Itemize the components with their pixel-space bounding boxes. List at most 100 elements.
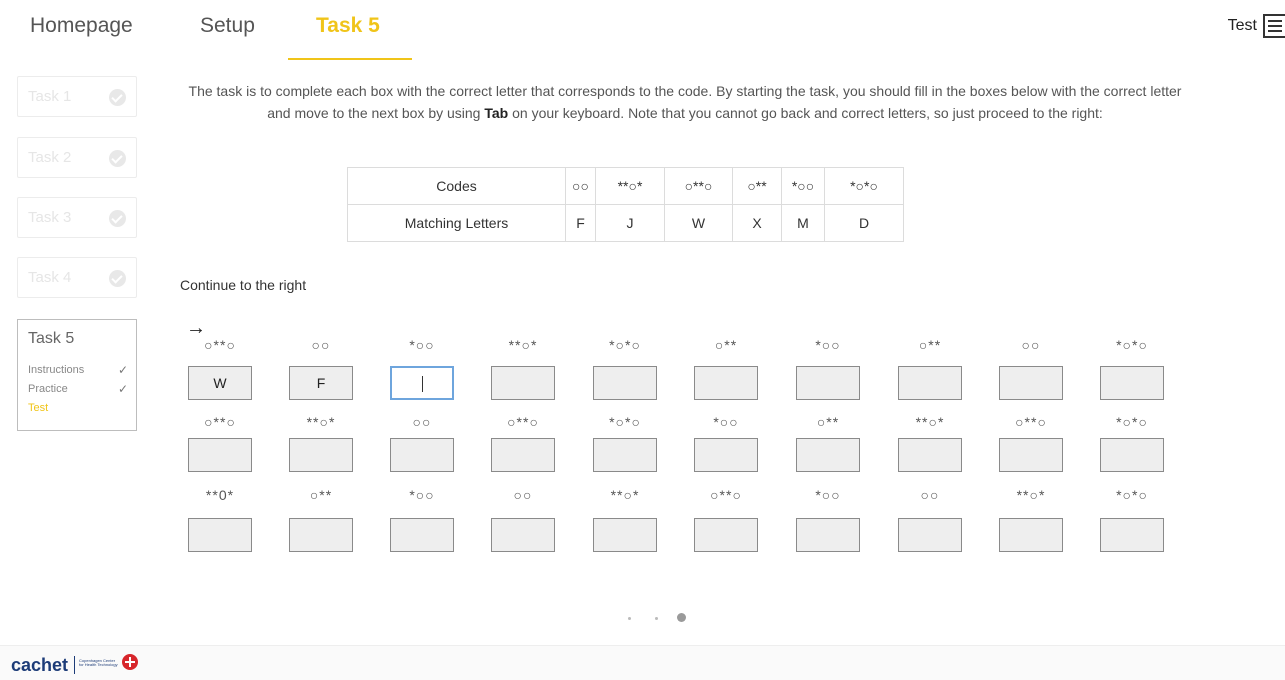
user-name: Test bbox=[1227, 17, 1257, 34]
answer-input[interactable] bbox=[1100, 438, 1164, 472]
answer-input[interactable] bbox=[491, 518, 555, 552]
sidebar-task-5: Task 5 Instructions ✓ Practice ✓ Test bbox=[17, 319, 137, 431]
sidebar-step-label: Practice bbox=[28, 383, 68, 395]
answer-input[interactable] bbox=[694, 366, 758, 400]
answer-input[interactable] bbox=[796, 518, 860, 552]
sidebar-task-label: Task 2 bbox=[28, 149, 72, 166]
sidebar-step-label: Test bbox=[28, 402, 49, 414]
logo-divider bbox=[74, 656, 75, 674]
grid-code-label: *○*○ bbox=[609, 414, 641, 430]
code-cell: **○* bbox=[595, 167, 665, 205]
sidebar-task-label: Task 1 bbox=[28, 88, 72, 105]
answer-input[interactable] bbox=[188, 518, 252, 552]
grid-code-label: ○**○ bbox=[204, 337, 236, 353]
grid-code-label: *○○ bbox=[409, 337, 435, 353]
check-circle-icon bbox=[109, 150, 126, 167]
code-cell: ○** bbox=[732, 167, 782, 205]
answer-input[interactable] bbox=[289, 438, 353, 472]
answer-input[interactable] bbox=[491, 438, 555, 472]
code-cell: ○○ bbox=[565, 167, 596, 205]
sidebar-task-label: Task 4 bbox=[28, 269, 72, 286]
grid-code-label: ○** bbox=[816, 414, 840, 430]
partner-logo-text: Copenhagen Center for Health Technology bbox=[79, 658, 118, 667]
check-circle-icon bbox=[109, 89, 126, 106]
list-settings-icon[interactable] bbox=[1263, 14, 1285, 38]
answer-input[interactable] bbox=[390, 366, 454, 400]
grid-code-label: *○○ bbox=[409, 487, 435, 503]
text-caret bbox=[421, 376, 423, 393]
checkmark-icon: ✓ bbox=[117, 363, 128, 377]
grid-code-label: ○**○ bbox=[1015, 414, 1047, 430]
letter-cell: X bbox=[732, 204, 782, 242]
answer-input[interactable] bbox=[999, 366, 1063, 400]
checkmark-icon: ✓ bbox=[117, 382, 128, 396]
grid-code-label: ○** bbox=[714, 337, 738, 353]
answer-input[interactable] bbox=[491, 366, 555, 400]
answer-input[interactable] bbox=[898, 518, 962, 552]
answer-input[interactable] bbox=[999, 518, 1063, 552]
answer-input[interactable] bbox=[390, 438, 454, 472]
cachet-logo: cachet bbox=[11, 655, 69, 675]
code-cell: ○**○ bbox=[664, 167, 733, 205]
sidebar-step-test: Test bbox=[28, 402, 128, 414]
answer-input[interactable]: F bbox=[289, 366, 353, 400]
answer-input[interactable] bbox=[593, 518, 657, 552]
check-circle-icon bbox=[109, 270, 126, 287]
code-cell: *○*○ bbox=[824, 167, 904, 205]
sidebar-task-title: Task 5 bbox=[28, 330, 75, 347]
answer-input[interactable] bbox=[898, 366, 962, 400]
sidebar-task-label: Task 3 bbox=[28, 209, 72, 226]
pager-dot[interactable] bbox=[655, 617, 658, 620]
sidebar-task-4: Task 4 bbox=[17, 257, 137, 298]
check-circle-icon bbox=[109, 210, 126, 227]
answer-input[interactable] bbox=[188, 438, 252, 472]
grid-code-label: ○○ bbox=[412, 414, 432, 430]
sidebar-task-2: Task 2 bbox=[17, 137, 137, 178]
answer-input[interactable] bbox=[593, 366, 657, 400]
sidebar-step-instructions: Instructions ✓ bbox=[28, 363, 128, 377]
nav-task5[interactable]: Task 5 bbox=[316, 14, 380, 38]
codes-row: Codes ○○ **○* ○**○ ○** *○○ *○*○ bbox=[347, 167, 904, 205]
letter-cell: D bbox=[824, 204, 904, 242]
answer-input[interactable] bbox=[796, 366, 860, 400]
top-navigation: Homepage Setup Task 5 Test bbox=[0, 0, 1285, 62]
letters-row: Matching Letters F J W X M D bbox=[347, 204, 904, 242]
grid-code-label: *○*○ bbox=[1116, 414, 1148, 430]
grid-code-label: *○*○ bbox=[609, 337, 641, 353]
grid-code-label: *○○ bbox=[713, 414, 739, 430]
answer-input[interactable] bbox=[390, 518, 454, 552]
letters-header: Matching Letters bbox=[347, 204, 566, 242]
grid-code-label: ○** bbox=[309, 487, 333, 503]
sidebar-task-1: Task 1 bbox=[17, 76, 137, 117]
pager-dot-active[interactable] bbox=[677, 613, 686, 622]
answer-input[interactable] bbox=[1100, 518, 1164, 552]
nav-homepage[interactable]: Homepage bbox=[30, 14, 133, 38]
pager-dot[interactable] bbox=[628, 617, 631, 620]
answer-input[interactable] bbox=[898, 438, 962, 472]
instructions-key: Tab bbox=[484, 105, 509, 121]
grid-code-label: **0* bbox=[205, 487, 235, 503]
answer-input[interactable] bbox=[999, 438, 1063, 472]
answer-input[interactable] bbox=[289, 518, 353, 552]
code-key-table: Codes ○○ **○* ○**○ ○** *○○ *○*○ Matching… bbox=[347, 167, 904, 242]
grid-code-label: ○○ bbox=[920, 487, 940, 503]
grid-code-label: *○○ bbox=[815, 337, 841, 353]
grid-code-label: **○* bbox=[306, 414, 336, 430]
grid-code-label: ○**○ bbox=[507, 414, 539, 430]
answer-input[interactable]: W bbox=[188, 366, 252, 400]
task-instructions: The task is to complete each box with th… bbox=[180, 80, 1190, 124]
letter-cell: W bbox=[664, 204, 733, 242]
code-cell: *○○ bbox=[781, 167, 825, 205]
user-menu[interactable]: Test bbox=[1228, 14, 1285, 38]
answer-input[interactable] bbox=[796, 438, 860, 472]
answer-input[interactable] bbox=[1100, 366, 1164, 400]
answer-input[interactable] bbox=[694, 438, 758, 472]
codes-header: Codes bbox=[347, 167, 566, 205]
grid-code-label: **○* bbox=[508, 337, 538, 353]
answer-input[interactable] bbox=[593, 438, 657, 472]
letter-cell: F bbox=[565, 204, 596, 242]
grid-code-label: *○○ bbox=[815, 487, 841, 503]
grid-code-label: *○*○ bbox=[1116, 487, 1148, 503]
answer-input[interactable] bbox=[694, 518, 758, 552]
nav-setup[interactable]: Setup bbox=[200, 14, 255, 38]
